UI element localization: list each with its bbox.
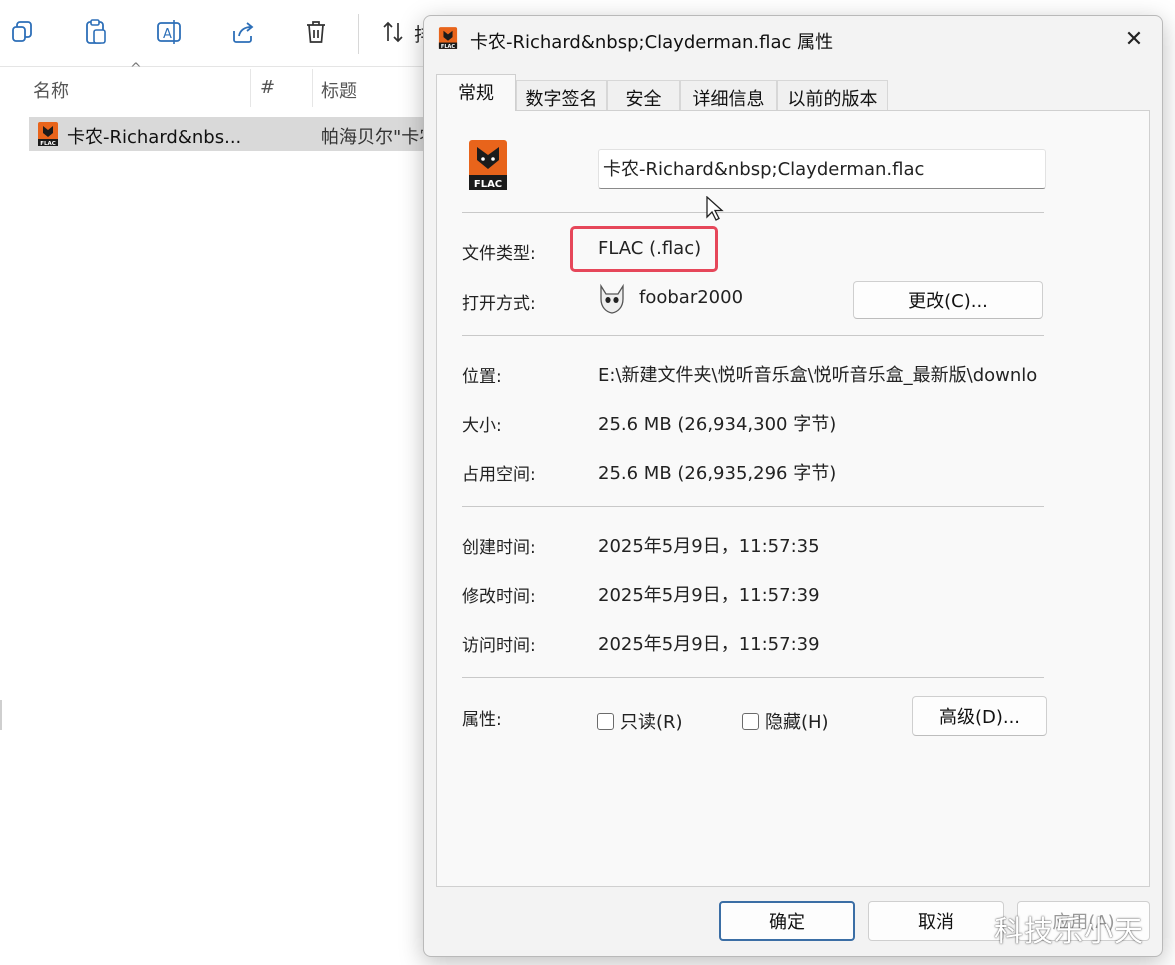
flac-file-icon: FLAC (438, 26, 458, 54)
svg-text:FLAC: FLAC (441, 44, 455, 50)
highlight-box (570, 226, 718, 272)
size-value: 25.6 MB (26,934,300 字节) (598, 414, 837, 435)
location-value: E:\新建文件夹\悦听音乐盒\悦听音乐盒_最新版\downlo (598, 365, 1038, 386)
rename-icon[interactable]: A (153, 16, 185, 48)
copy-icon[interactable] (6, 16, 38, 48)
advanced-button[interactable]: 高级(D)... (912, 696, 1047, 736)
column-header-number[interactable]: # (260, 77, 275, 98)
hidden-checkbox[interactable]: 隐藏(H) (742, 708, 829, 734)
accessed-value: 2025年5月9日，11:57:39 (598, 634, 820, 655)
tab-digital-signatures[interactable]: 数字签名 (516, 80, 607, 110)
size-label: 大小: (462, 416, 502, 436)
section-divider (462, 335, 1044, 336)
opens-with-value: foobar2000 (639, 287, 744, 308)
watermark-text: 科技乐小天 (994, 914, 1145, 948)
column-header-name[interactable]: 名称 (33, 77, 69, 103)
section-divider (462, 506, 1044, 507)
window-edge-marker (0, 700, 2, 730)
close-button[interactable]: ✕ (1118, 24, 1150, 54)
modified-label: 修改时间: (462, 587, 536, 607)
tab-previous-versions[interactable]: 以前的版本 (777, 80, 888, 110)
section-divider (462, 212, 1044, 213)
size-on-disk-value: 25.6 MB (26,935,296 字节) (598, 463, 837, 484)
section-divider (462, 677, 1044, 678)
attributes-label: 属性: (462, 710, 502, 730)
dialog-title-bar[interactable]: FLAC 卡农-Richard&nbsp;Clayderman.flac 属性 … (424, 16, 1162, 62)
file-name: 卡农-Richard&nbs... (67, 127, 242, 148)
checkbox-box[interactable] (742, 712, 759, 730)
share-icon[interactable] (227, 16, 259, 48)
readonly-checkbox-label: 只读(R) (620, 712, 683, 733)
checkbox-box[interactable] (597, 712, 614, 730)
opens-with-label: 打开方式: (462, 294, 536, 314)
accessed-label: 访问时间: (462, 636, 536, 656)
readonly-checkbox[interactable]: 只读(R) (597, 708, 683, 734)
ok-button[interactable]: 确定 (719, 901, 855, 941)
flac-large-icon: FLAC (468, 139, 508, 195)
tab-general[interactable]: 常规 (436, 74, 516, 111)
tab-security[interactable]: 安全 (607, 80, 680, 110)
file-type-label: 文件类型: (462, 244, 536, 264)
svg-text:FLAC: FLAC (40, 141, 56, 147)
file-title: 帕海贝尔"卡农 (321, 127, 438, 148)
paste-icon[interactable] (80, 16, 112, 48)
file-name-field[interactable]: 卡农-Richard&nbsp;Clayderman.flac (598, 149, 1046, 189)
location-label: 位置: (462, 367, 502, 387)
toolbar-divider (358, 14, 359, 54)
general-tab-panel: FLAC 卡农-Richard&nbsp;Clayderman.flac 文件类… (436, 110, 1150, 887)
foobar-app-icon (598, 283, 626, 319)
dialog-title: 卡农-Richard&nbsp;Clayderman.flac 属性 (470, 32, 834, 53)
sort-icon[interactable] (378, 16, 410, 48)
tab-details[interactable]: 详细信息 (680, 80, 777, 110)
column-divider[interactable] (312, 69, 313, 107)
svg-text:FLAC: FLAC (474, 179, 502, 190)
column-divider[interactable] (250, 69, 251, 107)
mouse-pointer-icon (706, 195, 724, 226)
file-list-item[interactable]: FLAC 卡农-Richard&nbs... 帕海贝尔"卡农 (29, 117, 437, 151)
delete-icon[interactable] (300, 16, 332, 48)
sort-ascending-icon: ^ (130, 61, 142, 77)
cancel-button[interactable]: 取消 (868, 901, 1004, 941)
svg-text:A: A (163, 27, 172, 42)
size-on-disk-label: 占用空间: (462, 465, 536, 485)
hidden-checkbox-label: 隐藏(H) (765, 712, 829, 733)
change-button[interactable]: 更改(C)... (853, 281, 1043, 319)
flac-file-icon: FLAC (37, 121, 59, 151)
created-value: 2025年5月9日，11:57:35 (598, 536, 820, 557)
close-icon: ✕ (1124, 26, 1144, 52)
column-header-title[interactable]: 标题 (321, 77, 357, 103)
created-label: 创建时间: (462, 538, 536, 558)
properties-dialog: FLAC 卡农-Richard&nbsp;Clayderman.flac 属性 … (423, 15, 1163, 957)
column-header-row: ^ 名称 # 标题 (0, 61, 430, 111)
modified-value: 2025年5月9日，11:57:39 (598, 585, 820, 606)
